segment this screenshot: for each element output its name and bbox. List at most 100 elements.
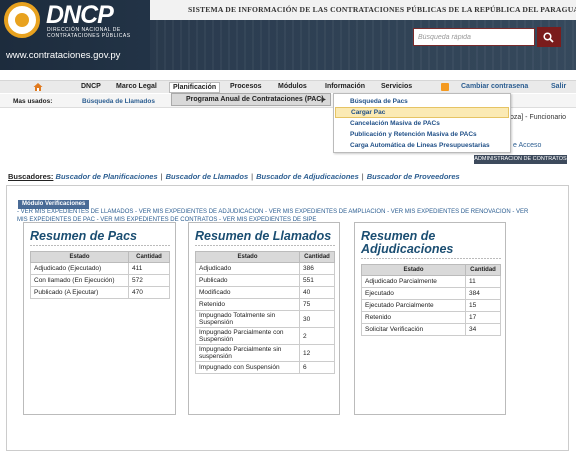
title-underline xyxy=(361,258,501,259)
nav-servicios[interactable]: Servicios xyxy=(381,83,412,90)
table-row: Ejecutado Parcialmente 15 xyxy=(361,299,501,312)
col-cantidad: Cantidad xyxy=(299,251,335,263)
cell-cantidad: 572 xyxy=(128,274,170,287)
pac-submenu: Búsqueda de Pacs Cargar Pac Cancelación … xyxy=(333,93,511,153)
logo-subtitle-line-2: Contrataciones Públicas xyxy=(47,33,131,39)
module-links-line-1[interactable]: - VER MIS EXPEDIENTES DE LLAMADOS - VER … xyxy=(17,209,567,217)
cell-estado: Adjudicado Parcialmente xyxy=(361,275,466,288)
main-nav: DNCP Marco Legal Planificación Procesos … xyxy=(0,80,576,93)
cell-cantidad: 17 xyxy=(465,311,501,324)
menu-cargar-pac[interactable]: Cargar Pac xyxy=(335,107,509,118)
table-llamados: Estado Cantidad Adjudicado 386 Publicado 5… xyxy=(195,251,335,374)
table-row: Con llamado (En Ejecución) 572 xyxy=(30,274,170,287)
separator: | xyxy=(361,172,364,181)
link-buscador-proveedores[interactable]: Buscador de Proveedores xyxy=(367,172,460,181)
menu-busqueda-pacs[interactable]: Búsqueda de Pacs xyxy=(335,96,509,107)
cell-estado: Adjudicado (Ejecutado) xyxy=(30,262,129,275)
menu-publicacion-retencion[interactable]: Publicación y Retención Masiva de PACs xyxy=(335,129,509,140)
logo-text[interactable]: DNCP xyxy=(46,1,114,30)
table-row: Impugnado con Suspensión 6 xyxy=(195,361,335,374)
cell-cantidad: 411 xyxy=(128,262,170,275)
search-input[interactable] xyxy=(413,28,535,46)
cell-estado: Ejecutado xyxy=(361,287,466,300)
separator: | xyxy=(251,172,254,181)
cell-cantidad: 30 xyxy=(299,310,335,328)
cell-cantidad: 2 xyxy=(299,327,335,345)
search-icon xyxy=(543,32,554,43)
separator: | xyxy=(160,172,163,181)
col-estado: Estado xyxy=(30,251,129,263)
cell-estado: Impugnado con Suspensión xyxy=(195,361,300,374)
nav-planificacion[interactable]: Planificación xyxy=(169,82,221,93)
cell-cantidad: 40 xyxy=(299,286,335,299)
nav-marco-legal[interactable]: Marco Legal xyxy=(116,83,157,90)
cell-cantidad: 470 xyxy=(128,286,170,299)
table-row: Adjudicado (Ejecutado) 411 xyxy=(30,262,170,275)
title-underline xyxy=(195,245,335,246)
home-icon[interactable] xyxy=(33,82,43,92)
module-verificaciones-badge: Módulo Verificaciones xyxy=(18,200,90,209)
table-row: Impugnado Parcialmente con Suspensión 2 xyxy=(195,327,335,345)
search-button[interactable] xyxy=(537,27,561,47)
table-row: Adjudicado 386 xyxy=(195,262,335,275)
buscadores-label: Buscadores: xyxy=(8,172,54,181)
cell-estado: Con llamado (En Ejecución) xyxy=(30,274,129,287)
panel-title-line-2: Adjudicaciones xyxy=(361,242,454,256)
link-buscador-adjudicaciones[interactable]: Buscador de Adjudicaciones xyxy=(256,172,359,181)
submenu-item-pac[interactable]: Programa Anual de Contrataciones (PAC) xyxy=(186,96,324,103)
change-password-link[interactable]: Cambiar contrasena xyxy=(461,83,528,90)
panel-resumen-adjudicaciones: Resumen de Adjudicaciones Estado Cantida… xyxy=(354,222,506,415)
panel-resumen-llamados: Resumen de Llamados Estado Cantidad Adju… xyxy=(188,222,340,415)
cell-estado: Adjudicado xyxy=(195,262,300,275)
col-cantidad: Cantidad xyxy=(465,264,501,276)
table-row: Publicado (A Ejecutar) 470 xyxy=(30,286,170,299)
link-buscador-planificaciones[interactable]: Buscador de Planificaciones xyxy=(56,172,158,181)
panel-title-pacs: Resumen de Pacs xyxy=(30,229,137,243)
menu-cancelacion-masiva[interactable]: Cancelación Masiva de PACs xyxy=(335,118,509,129)
nav-procesos[interactable]: Procesos xyxy=(230,83,262,90)
nav-informacion[interactable]: Información xyxy=(325,83,365,90)
cell-estado: Publicado (A Ejecutar) xyxy=(30,286,129,299)
cell-estado: Impugnado Parcialmente con Suspensión xyxy=(195,327,300,345)
cell-estado: Impugnado Parcialmente sin suspensión xyxy=(195,344,300,362)
logout-link[interactable]: Salir xyxy=(551,83,566,90)
site-url: www.contrataciones.gov.py xyxy=(6,50,121,61)
cell-cantidad: 384 xyxy=(465,287,501,300)
dncp-logo-icon[interactable] xyxy=(4,2,40,38)
buscadores-bar: Buscadores: Buscador de Planificaciones |… xyxy=(8,172,460,181)
cell-estado: Publicado xyxy=(195,274,300,287)
admin-contratos-button[interactable]: ADMINISTRACION DE CONTRATOS xyxy=(474,155,567,164)
cell-cantidad: 12 xyxy=(299,344,335,362)
site-title: SISTEMA DE INFORMACIÓN DE LAS CONTRATACI… xyxy=(188,5,576,14)
nav-modulos[interactable]: Módulos xyxy=(278,83,307,90)
table-row: Impugnado Totalmente sin Suspensión 30 xyxy=(195,310,335,328)
table-row: Retenido 75 xyxy=(195,298,335,311)
cell-cantidad: 75 xyxy=(299,298,335,311)
cell-estado: Ejecutado Parcialmente xyxy=(361,299,466,312)
cell-estado: Solicitar Verificación xyxy=(361,323,466,336)
cell-estado: Modificado xyxy=(195,286,300,299)
table-row: Ejecutado 384 xyxy=(361,287,501,300)
cell-cantidad: 386 xyxy=(299,262,335,275)
cell-cantidad: 34 xyxy=(465,323,501,336)
table-row: Publicado 551 xyxy=(195,274,335,287)
planificacion-submenu: Programa Anual de Contrataciones (PAC) ▶ xyxy=(171,93,331,106)
title-underline xyxy=(30,245,170,246)
menu-carga-automatica[interactable]: Carga Automática de Lineas Presupuestari… xyxy=(335,140,509,151)
table-row: Impugnado Parcialmente sin suspensión 12 xyxy=(195,344,335,362)
table-row: Modificado 40 xyxy=(195,286,335,299)
col-estado: Estado xyxy=(195,251,300,263)
nav-dncp[interactable]: DNCP xyxy=(81,83,101,90)
acceso-link[interactable]: e Acceso xyxy=(513,142,541,149)
most-used-link[interactable]: Búsqueda de Llamados xyxy=(82,98,155,105)
table-row: Retenido 17 xyxy=(361,311,501,324)
submenu-arrow-icon: ▶ xyxy=(321,97,326,103)
panel-resumen-pacs: Resumen de Pacs Estado Cantidad Adjudica… xyxy=(23,222,176,415)
table-pacs: Estado Cantidad Adjudicado (Ejecutado) 41… xyxy=(30,251,170,299)
table-adjudicaciones: Estado Cantidad Adjudicado Parcialmente 1… xyxy=(361,264,501,336)
rss-icon[interactable] xyxy=(441,83,449,91)
link-buscador-llamados[interactable]: Buscador de Llamados xyxy=(166,172,249,181)
panel-title-adjudicaciones: Resumen de Adjudicaciones xyxy=(361,230,453,256)
col-estado: Estado xyxy=(361,264,466,276)
cell-cantidad: 11 xyxy=(465,275,501,288)
